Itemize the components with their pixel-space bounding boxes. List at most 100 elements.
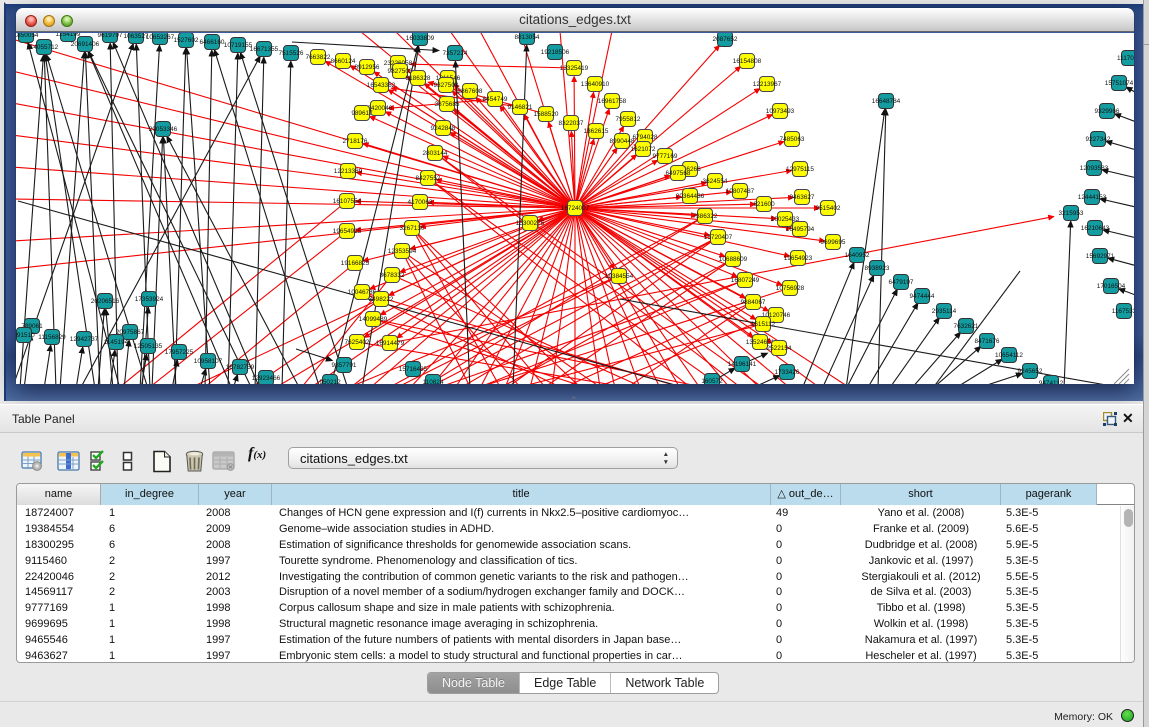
svg-text:1167533: 1167533 xyxy=(1112,308,1134,315)
svg-text:14099489: 14099489 xyxy=(359,316,388,323)
svg-text:1254199: 1254199 xyxy=(56,33,81,38)
svg-text:20053346: 20053346 xyxy=(149,126,178,133)
svg-text:13325419: 13325419 xyxy=(560,65,589,72)
svg-text:8454749: 8454749 xyxy=(483,96,508,103)
svg-text:19384554: 19384554 xyxy=(605,273,634,280)
svg-text:16782759: 16782759 xyxy=(226,364,255,371)
svg-text:10688609: 10688609 xyxy=(719,256,748,263)
svg-text:16961758: 16961758 xyxy=(598,98,627,105)
svg-text:7386322: 7386322 xyxy=(693,213,718,220)
svg-text:6794028: 6794028 xyxy=(633,134,658,141)
svg-text:9827503: 9827503 xyxy=(388,68,413,75)
svg-text:8186328: 8186328 xyxy=(406,75,431,82)
svg-text:14196141: 14196141 xyxy=(728,361,757,368)
svg-text:4170063: 4170063 xyxy=(408,199,433,206)
svg-text:8990448: 8990448 xyxy=(610,138,635,145)
svg-text:110824: 110824 xyxy=(423,379,444,384)
svg-text:950212: 950212 xyxy=(319,379,341,384)
svg-text:2935114: 2935114 xyxy=(932,308,957,315)
svg-text:1117036: 1117036 xyxy=(1117,55,1134,62)
svg-text:15692971: 15692971 xyxy=(1086,253,1115,260)
svg-text:1850054: 1850054 xyxy=(16,33,39,39)
svg-text:12975115: 12975115 xyxy=(786,166,814,173)
svg-text:8678332: 8678332 xyxy=(380,272,405,279)
svg-text:2803144: 2803144 xyxy=(423,150,448,157)
svg-text:7663822: 7663822 xyxy=(306,54,331,61)
svg-text:10046786: 10046786 xyxy=(348,289,377,296)
svg-text:7357224: 7357224 xyxy=(443,50,468,57)
svg-text:16033809: 16033809 xyxy=(406,35,435,42)
svg-text:12942737: 12942737 xyxy=(70,336,99,343)
svg-text:14055712: 14055712 xyxy=(30,44,59,51)
svg-text:10654112: 10654112 xyxy=(995,352,1023,359)
svg-text:7515526: 7515526 xyxy=(279,50,304,57)
svg-text:10756928: 10756928 xyxy=(776,285,805,292)
svg-text:8912956: 8912956 xyxy=(355,64,380,71)
svg-text:9619797: 9619797 xyxy=(98,33,123,39)
svg-text:12505135: 12505135 xyxy=(134,343,163,350)
svg-text:16495794: 16495794 xyxy=(786,226,815,233)
svg-text:1640952: 1640952 xyxy=(845,252,870,259)
svg-text:15751074: 15751074 xyxy=(1105,80,1134,87)
svg-text:12213967: 12213967 xyxy=(753,81,782,88)
svg-text:18724007: 18724007 xyxy=(561,205,590,212)
svg-text:17353924: 17353924 xyxy=(135,296,164,303)
svg-text:9146821: 9146821 xyxy=(508,104,533,111)
svg-text:9242848: 9242848 xyxy=(431,125,456,132)
svg-text:8813054: 8813054 xyxy=(515,34,540,41)
svg-text:6466160: 6466160 xyxy=(200,39,225,46)
svg-text:7485063: 7485063 xyxy=(780,136,805,143)
svg-text:16210643: 16210643 xyxy=(1081,225,1110,232)
svg-text:9884067: 9884067 xyxy=(741,299,766,306)
svg-text:1527602: 1527602 xyxy=(174,37,199,44)
svg-text:9857791: 9857791 xyxy=(332,362,357,369)
svg-text:20691406: 20691406 xyxy=(71,41,100,48)
svg-text:9777169: 9777169 xyxy=(653,153,678,160)
svg-text:3498222: 3498222 xyxy=(369,296,394,303)
svg-text:9329966: 9329966 xyxy=(1095,108,1120,115)
svg-text:15300275: 15300275 xyxy=(516,220,545,227)
svg-text:9474112: 9474112 xyxy=(1039,380,1064,384)
svg-text:19218506: 19218506 xyxy=(541,49,570,56)
svg-text:19654925: 19654925 xyxy=(333,228,362,235)
svg-text:12353594: 12353594 xyxy=(388,248,417,255)
svg-text:2718176: 2718176 xyxy=(343,138,368,145)
svg-text:2522154: 2522154 xyxy=(767,345,792,352)
svg-text:7632621: 7632621 xyxy=(954,323,979,330)
svg-text:2087652: 2087652 xyxy=(713,36,738,43)
svg-text:6497568: 6497568 xyxy=(666,170,691,177)
svg-text:12093583: 12093583 xyxy=(1080,165,1109,172)
svg-text:10719155: 10719155 xyxy=(224,42,253,49)
svg-text:16914479: 16914479 xyxy=(376,340,405,347)
svg-text:8938923: 8938923 xyxy=(865,265,890,272)
svg-text:12444153: 12444153 xyxy=(1078,194,1107,201)
svg-text:19654923: 19654923 xyxy=(784,255,813,262)
svg-text:15720407: 15720407 xyxy=(704,234,733,241)
svg-text:1733426: 1733426 xyxy=(775,369,800,376)
svg-text:13640910: 13640910 xyxy=(581,81,610,88)
svg-text:20364436: 20364436 xyxy=(676,193,705,200)
svg-text:12923466: 12923466 xyxy=(252,375,281,382)
svg-text:10958107: 10958107 xyxy=(194,358,223,365)
svg-text:17016504: 17016504 xyxy=(1097,283,1126,290)
svg-text:1621072: 1621072 xyxy=(631,146,656,153)
svg-text:160572: 160572 xyxy=(701,378,723,384)
svg-text:3215953: 3215953 xyxy=(1059,210,1084,217)
svg-text:11156829: 11156829 xyxy=(38,334,66,341)
svg-text:391510: 391510 xyxy=(16,332,35,339)
svg-text:7625402: 7625402 xyxy=(345,339,370,346)
svg-text:3875685: 3875685 xyxy=(435,101,460,108)
svg-text:989617: 989617 xyxy=(351,110,373,117)
svg-text:9227342: 9227342 xyxy=(1086,136,1111,143)
svg-text:16543362: 16543362 xyxy=(367,82,396,89)
svg-text:9463627: 9463627 xyxy=(790,194,815,201)
svg-text:20206516: 20206516 xyxy=(91,298,120,305)
svg-text:8660124: 8660124 xyxy=(331,58,356,65)
svg-text:15716485: 15716485 xyxy=(399,366,428,373)
svg-text:9515402: 9515402 xyxy=(816,205,841,212)
svg-text:16648784: 16648784 xyxy=(872,98,901,105)
svg-text:9474444: 9474444 xyxy=(910,293,935,300)
svg-text:8471676: 8471676 xyxy=(975,338,1000,345)
svg-text:621600: 621600 xyxy=(753,201,775,208)
svg-text:3624554: 3624554 xyxy=(703,178,728,185)
